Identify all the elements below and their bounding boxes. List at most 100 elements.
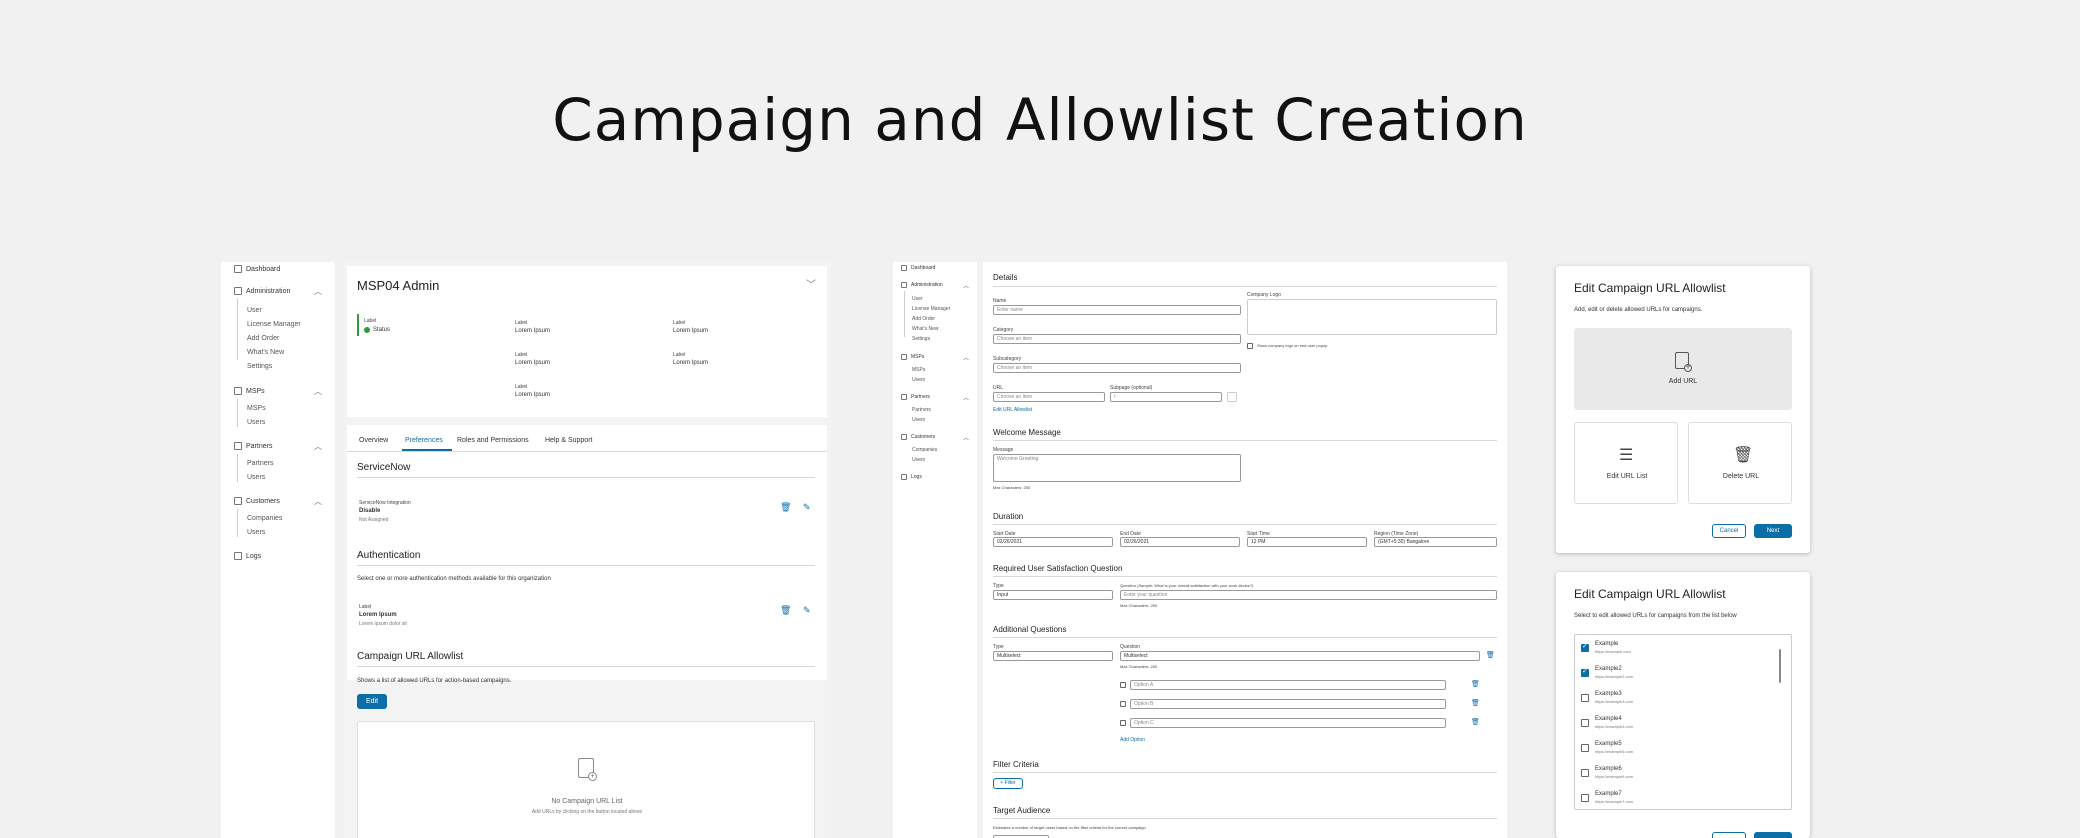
select-allowlist-modal: Edit Campaign URL Allowlist Select to ed… xyxy=(1556,572,1810,838)
screen2-form: Details Name Enter name Category Choose … xyxy=(983,262,1507,838)
option-a-input[interactable]: Option A xyxy=(1130,680,1446,690)
partners-icon xyxy=(901,394,907,400)
url-item-checkbox[interactable] xyxy=(1581,744,1589,752)
briefcase-icon xyxy=(234,287,242,295)
nav-dashboard[interactable]: Dashboard xyxy=(901,265,935,271)
region-select[interactable]: (GMT+5:30) Bangalore xyxy=(1374,537,1497,547)
status-dot-icon xyxy=(364,327,370,333)
url-item-url: https://example.com xyxy=(1595,649,1631,654)
satisfaction-question-input[interactable]: Enter your question xyxy=(1120,590,1497,600)
pencil-icon[interactable]: ✎ xyxy=(803,502,811,513)
trash-icon[interactable]: 🗑 xyxy=(1471,718,1480,726)
additional-type-select[interactable]: Multiselect xyxy=(993,651,1113,661)
start-date-input[interactable]: 02/26/2021 xyxy=(993,537,1113,547)
url-item-checkbox[interactable] xyxy=(1581,769,1589,777)
add-option-link[interactable]: Add Option xyxy=(1120,737,1145,743)
edit-url-allowlist-link[interactable]: Edit URL Allowlist xyxy=(993,407,1032,413)
nav-partners-list[interactable]: Partners xyxy=(247,460,273,467)
url-item-url: https://example5.com xyxy=(1595,749,1634,754)
page-title: Campaign and Allowlist Creation xyxy=(552,86,1528,154)
url-item-url: https://example4.com xyxy=(1595,724,1634,729)
nav-partners[interactable]: Partners xyxy=(234,442,272,450)
document-add-icon: + xyxy=(1675,352,1692,372)
url-item-checkbox[interactable] xyxy=(1581,667,1589,677)
nav-license-manager[interactable]: License Manager xyxy=(247,321,301,328)
url-item-url: https://example2.com xyxy=(1595,674,1634,679)
trash-icon[interactable]: 🗑 xyxy=(780,502,791,513)
modal-title: Edit Campaign URL Allowlist xyxy=(1574,281,1726,295)
add-filter-button[interactable]: + Filter xyxy=(993,778,1023,789)
url-item-checkbox[interactable] xyxy=(1581,719,1589,727)
trash-icon: 🗑 xyxy=(1733,447,1754,464)
nav-settings[interactable]: Settings xyxy=(247,363,272,370)
name-input[interactable]: Enter name xyxy=(993,305,1241,315)
company-logo-upload[interactable] xyxy=(1247,299,1497,335)
url-item-name: Example3 xyxy=(1595,691,1622,697)
add-url-button[interactable]: + Add URL xyxy=(1574,328,1792,410)
nav-msps-users[interactable]: Users xyxy=(247,419,265,426)
chevron-up-icon[interactable]: ︿ xyxy=(963,281,969,290)
tab-roles-permissions[interactable]: Roles and Permissions xyxy=(457,437,529,444)
document-add-icon: + xyxy=(578,758,597,781)
nav-partners-users[interactable]: Users xyxy=(247,474,265,481)
option-c-input[interactable]: Option C xyxy=(1130,718,1446,728)
nav-companies[interactable]: Companies xyxy=(247,515,282,522)
chevron-down-icon[interactable]: ﹀ xyxy=(806,276,816,291)
edit-allowlist-button[interactable]: Edit xyxy=(357,694,387,709)
nav-user[interactable]: User xyxy=(247,307,262,314)
delete-url-button[interactable]: 🗑 Delete URL xyxy=(1688,422,1792,504)
subcategory-select[interactable]: Choose an item xyxy=(993,363,1241,373)
partners-icon xyxy=(234,442,242,450)
chevron-up-icon[interactable]: ︿ xyxy=(963,353,969,362)
scrollbar[interactable] xyxy=(1779,649,1781,683)
end-date-input[interactable]: 02/26/2021 xyxy=(1120,537,1240,547)
nav-customers[interactable]: Customers xyxy=(901,434,935,440)
nav-partners[interactable]: Partners xyxy=(901,394,930,400)
nav-customers-users[interactable]: Users xyxy=(247,529,265,536)
nav-logs[interactable]: Logs xyxy=(901,474,922,480)
nav-add-order[interactable]: Add Order xyxy=(247,335,279,342)
show-logo-checkbox[interactable] xyxy=(1247,343,1253,349)
chevron-up-icon[interactable]: ︿ xyxy=(314,496,322,507)
nav-whats-new[interactable]: What's New xyxy=(247,349,284,356)
cancel-button[interactable]: Cancel xyxy=(1712,524,1746,538)
chevron-up-icon[interactable]: ︿ xyxy=(963,393,969,402)
url-item-name: Example4 xyxy=(1595,716,1622,722)
url-select[interactable]: Choose an item xyxy=(993,392,1105,402)
additional-question-input[interactable]: Multiselect xyxy=(1120,651,1480,661)
trash-icon[interactable]: 🗑 xyxy=(780,605,791,616)
option-b-input[interactable]: Option B xyxy=(1130,699,1446,709)
nav-msps[interactable]: MSPs xyxy=(234,387,265,395)
tab-help-support[interactable]: Help & Support xyxy=(545,437,592,444)
category-select[interactable]: Choose an item xyxy=(993,334,1241,344)
welcome-message-input[interactable]: Welcome Greeting xyxy=(993,454,1241,482)
subpage-input[interactable]: / xyxy=(1110,392,1222,402)
nav-dashboard[interactable]: Dashboard xyxy=(234,265,280,273)
start-time-select[interactable]: 12 PM xyxy=(1247,537,1367,547)
chevron-up-icon[interactable]: ︿ xyxy=(314,386,322,397)
nav-msps-list[interactable]: MSPs xyxy=(247,405,266,412)
nav-administration[interactable]: Administration xyxy=(234,287,290,295)
chevron-up-icon[interactable]: ︿ xyxy=(314,286,322,297)
trash-icon[interactable]: 🗑 xyxy=(1486,651,1495,659)
nav-customers[interactable]: Customers xyxy=(234,497,280,505)
copy-icon[interactable] xyxy=(1227,392,1237,402)
url-item-checkbox[interactable] xyxy=(1581,694,1589,702)
edit-url-list-button[interactable]: ☰ Edit URL List xyxy=(1574,422,1678,504)
next-button[interactable]: Next xyxy=(1754,524,1792,538)
trash-icon[interactable]: 🗑 xyxy=(1471,699,1480,707)
nav-msps[interactable]: MSPs xyxy=(901,354,924,360)
tab-overview[interactable]: Overview xyxy=(359,437,388,444)
pencil-icon[interactable]: ✎ xyxy=(803,605,811,616)
modal-title: Edit Campaign URL Allowlist xyxy=(1574,587,1726,601)
trash-icon[interactable]: 🗑 xyxy=(1471,680,1480,688)
chevron-up-icon[interactable]: ︿ xyxy=(963,433,969,442)
dashboard-icon xyxy=(234,265,242,273)
nav-administration[interactable]: Administration xyxy=(901,282,943,288)
chevron-up-icon[interactable]: ︿ xyxy=(314,441,322,452)
nav-logs[interactable]: Logs xyxy=(234,552,261,560)
url-item-checkbox[interactable] xyxy=(1581,794,1589,802)
url-item-checkbox[interactable] xyxy=(1581,642,1589,652)
satisfaction-type-select[interactable]: Input xyxy=(993,590,1113,600)
tab-preferences[interactable]: Preferences xyxy=(405,437,443,444)
